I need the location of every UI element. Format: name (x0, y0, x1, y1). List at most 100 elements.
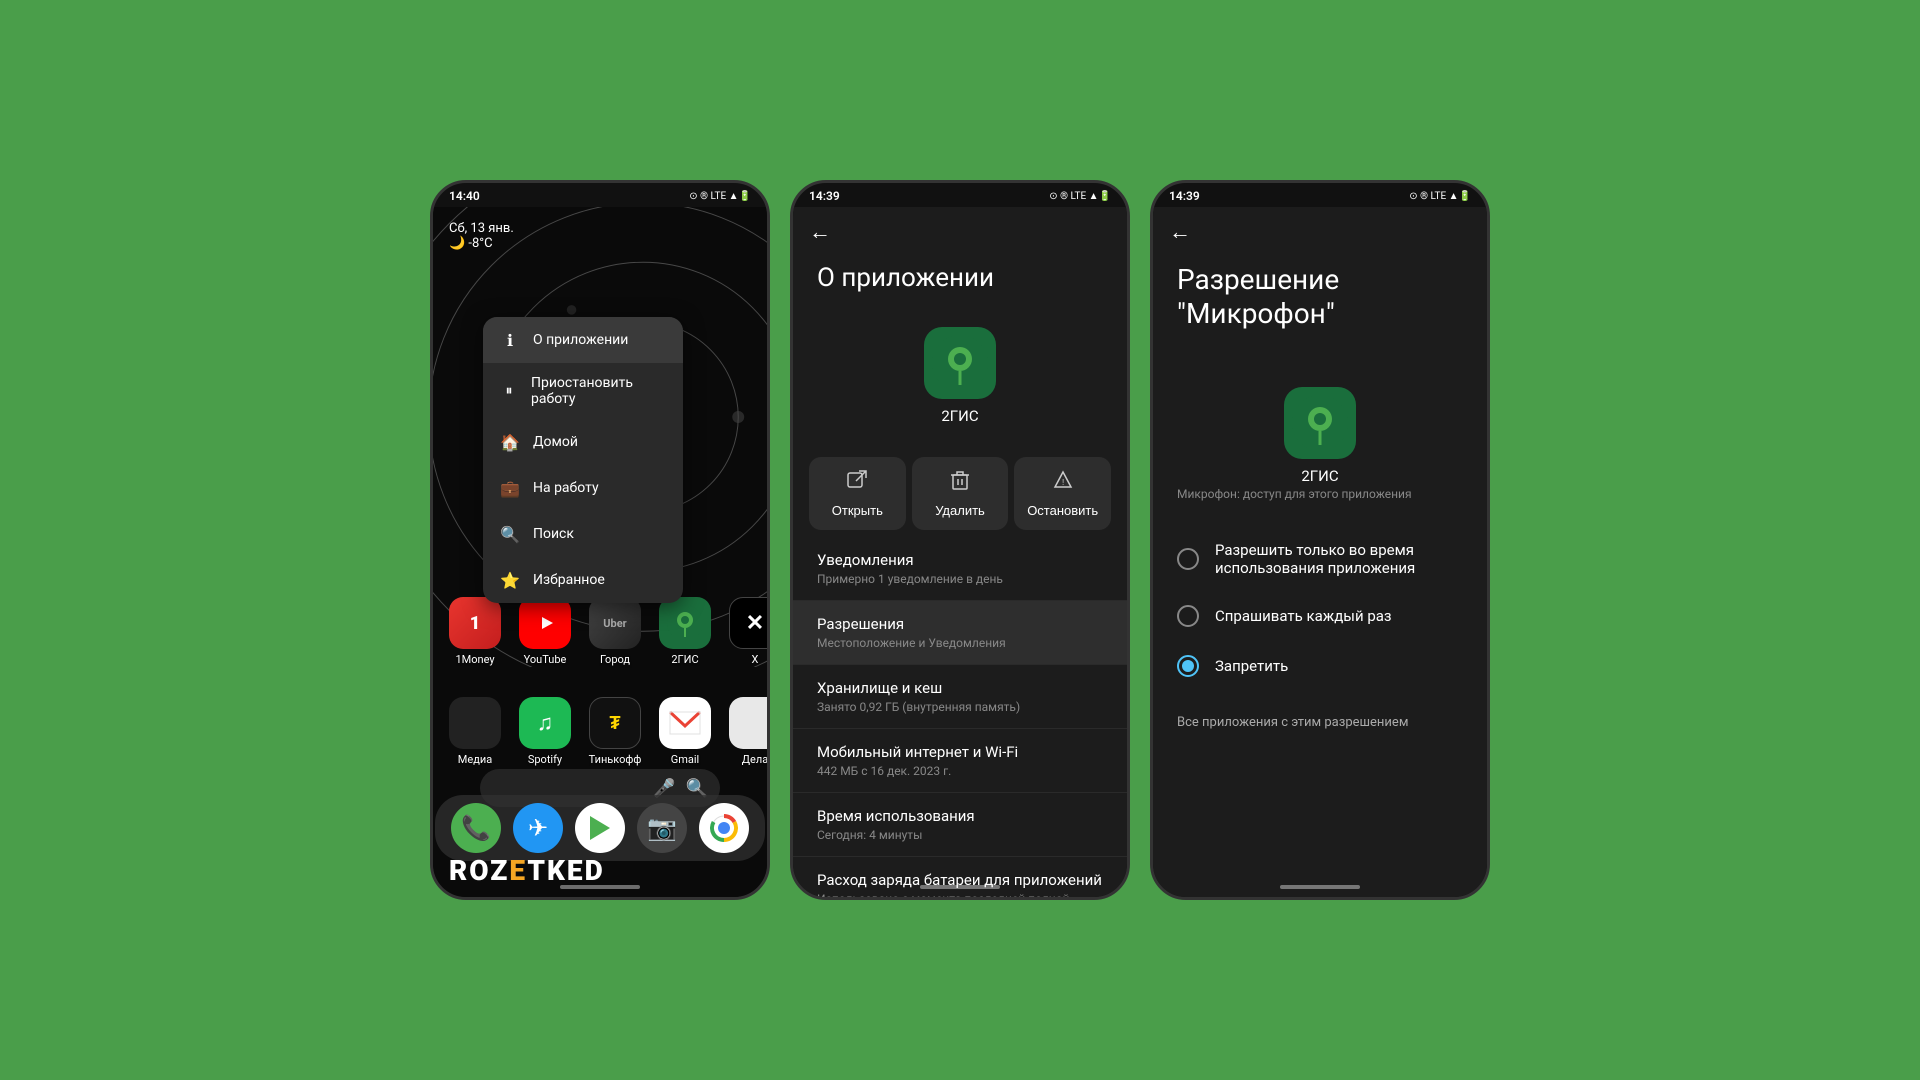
back-button-2[interactable]: ← (809, 219, 831, 245)
connectivity-icons-1: ⊙ ® LTE ▲🔋 (689, 191, 751, 202)
work-label: На работу (533, 480, 599, 496)
info-item-usage[interactable]: Время использования Сегодня: 4 минуты (793, 793, 1127, 857)
status-bar-1: 14:40 ⊙ ® LTE ▲🔋 (433, 183, 767, 207)
app-row-1: 1 1Money YouTube Uber Город (445, 597, 767, 666)
app-icon-img-gmail (659, 697, 711, 749)
dock-phone[interactable]: 📞 (451, 803, 501, 853)
info-item-notifications[interactable]: Уведомления Примерно 1 уведомление в ден… (793, 537, 1127, 601)
app-gmail[interactable]: Gmail (655, 697, 715, 766)
app-label-spotify: Spotify (528, 753, 562, 766)
radio-item-allow-while-using[interactable]: Разрешить только во время использования … (1177, 527, 1463, 591)
dock-telegram[interactable]: ✈ (513, 803, 563, 853)
usage-sub: Сегодня: 4 минуты (817, 828, 1103, 842)
context-menu-item-home[interactable]: 🏠 Домой (483, 419, 683, 465)
info-item-permissions[interactable]: Разрешения Местоположение и Уведомления (793, 601, 1127, 665)
notifications-sub: Примерно 1 уведомление в день (817, 572, 1103, 586)
telegram-icon: ✈ (528, 814, 548, 842)
radio-label-deny: Запретить (1215, 657, 1288, 675)
app-row-2: Медиа ♫ Spotify ₮ Тинькофф (445, 697, 767, 766)
dock-camera[interactable]: 📷 (637, 803, 687, 853)
perm-app-name: 2ГИС (1301, 467, 1338, 485)
permissions-sub: Местоположение и Уведомления (817, 636, 1103, 650)
app-icon-img-youtube (519, 597, 571, 649)
app-1money[interactable]: 1 1Money (445, 597, 505, 666)
phone-icon: 📞 (461, 814, 491, 842)
context-menu-item-pause[interactable]: ⏸ Приостановить работу (483, 363, 683, 419)
app-icon-img-gorod: Uber (589, 597, 641, 649)
dock-chrome[interactable] (699, 803, 749, 853)
context-menu-item-work[interactable]: 💼 На работу (483, 465, 683, 511)
status-icons-2: ⊙ ® LTE ▲🔋 (1049, 191, 1111, 202)
context-menu-item-search[interactable]: 🔍 Поиск (483, 511, 683, 557)
radio-circle-allow (1177, 548, 1199, 570)
status-icons-3: ⊙ ® LTE ▲🔋 (1409, 191, 1471, 202)
app-info-appname: 2ГИС (941, 407, 978, 425)
delete-label: Удалить (935, 503, 985, 518)
info-item-battery[interactable]: Расход заряда батареи для приложений Исп… (793, 857, 1127, 897)
home-label: Домой (533, 434, 578, 450)
open-button[interactable]: Открыть (809, 457, 906, 530)
app-dela[interactable]: Дела (725, 697, 767, 766)
date-text: Сб, 13 янв. (449, 221, 514, 236)
app-media[interactable]: Медиа (445, 697, 505, 766)
perm-gis-icon (1284, 387, 1356, 459)
search-label: Поиск (533, 526, 574, 542)
app-label-tinkoff: Тинькофф (589, 753, 642, 766)
radio-item-deny[interactable]: Запретить (1177, 641, 1463, 691)
search-icon: 🔍 (499, 523, 521, 545)
camera-icon: 📷 (647, 814, 677, 842)
app-label-gmail: Gmail (671, 753, 699, 766)
storage-title: Хранилище и кеш (817, 679, 1103, 697)
radio-circle-ask (1177, 605, 1199, 627)
perm-app-icon-area: 2ГИС (1284, 387, 1356, 485)
stop-button[interactable]: ! Остановить (1014, 457, 1111, 530)
app-icon-img-dela (729, 697, 767, 749)
notifications-title: Уведомления (817, 551, 1103, 569)
app-info-icon-area: 2ГИС (924, 327, 996, 425)
app-2gis-home[interactable]: 2ГИС (655, 597, 715, 666)
svg-text:!: ! (1062, 478, 1064, 487)
app-label-youtube: YouTube (524, 653, 567, 666)
app-info-screen: ← О приложении 2ГИС (793, 207, 1127, 897)
all-apps-link[interactable]: Все приложения с этим разрешением (1177, 715, 1408, 730)
favorites-label: Избранное (533, 572, 605, 588)
delete-icon (949, 469, 971, 497)
action-buttons: Открыть Удалить (809, 457, 1111, 530)
app-tinkoff[interactable]: ₮ Тинькофф (585, 697, 645, 766)
info-item-storage[interactable]: Хранилище и кеш Занято 0,92 ГБ (внутренн… (793, 665, 1127, 729)
battery-sub: Использовано с момента последней полной (817, 892, 1103, 897)
dock-play[interactable] (575, 803, 625, 853)
app-label-1money: 1Money (455, 653, 494, 666)
time-2: 14:39 (809, 189, 840, 203)
play-store-icon (586, 814, 614, 842)
date-weather: Сб, 13 янв. 🌙 -8°C (449, 221, 514, 251)
app-gorod[interactable]: Uber Город (585, 597, 645, 666)
app-x[interactable]: ✕ X (725, 597, 767, 666)
status-icons-1: ⊙ ® LTE ▲🔋 (689, 191, 751, 202)
gis-app-icon (924, 327, 996, 399)
app-youtube[interactable]: YouTube (515, 597, 575, 666)
radio-item-ask-each-time[interactable]: Спрашивать каждый раз (1177, 591, 1463, 641)
rozetked-highlight: E (509, 854, 527, 887)
delete-button[interactable]: Удалить (912, 457, 1009, 530)
network-title: Мобильный интернет и Wi-Fi (817, 743, 1103, 761)
work-icon: 💼 (499, 477, 521, 499)
context-menu-item-about[interactable]: ℹ О приложении (483, 317, 683, 363)
storage-sub: Занято 0,92 ГБ (внутренняя память) (817, 700, 1103, 714)
app-label-gorod: Город (600, 653, 630, 666)
temp-text: 🌙 -8°C (449, 236, 514, 251)
info-item-network[interactable]: Мобильный интернет и Wi-Fi 442 МБ с 16 д… (793, 729, 1127, 793)
context-menu-item-favorites[interactable]: ⭐ Избранное (483, 557, 683, 603)
back-button-3[interactable]: ← (1169, 219, 1191, 245)
about-app-label: О приложении (533, 332, 628, 348)
app-spotify[interactable]: ♫ Spotify (515, 697, 575, 766)
connectivity-icons-2: ⊙ ® LTE ▲🔋 (1049, 191, 1111, 202)
permission-title-line1: Разрешение (1177, 263, 1339, 296)
radio-label-ask: Спрашивать каждый раз (1215, 607, 1392, 625)
star-icon: ⭐ (499, 569, 521, 591)
pause-icon: ⏸ (499, 380, 519, 402)
app-label-dela: Дела (742, 753, 767, 766)
phone-1: 14:40 ⊙ ® LTE ▲🔋 Сб, 13 янв. 🌙 -8°C (430, 180, 770, 900)
dock: 📞 ✈ 📷 (435, 795, 765, 861)
phone-3: 14:39 ⊙ ® LTE ▲🔋 ← Разрешение "Микрофон"… (1150, 180, 1490, 900)
